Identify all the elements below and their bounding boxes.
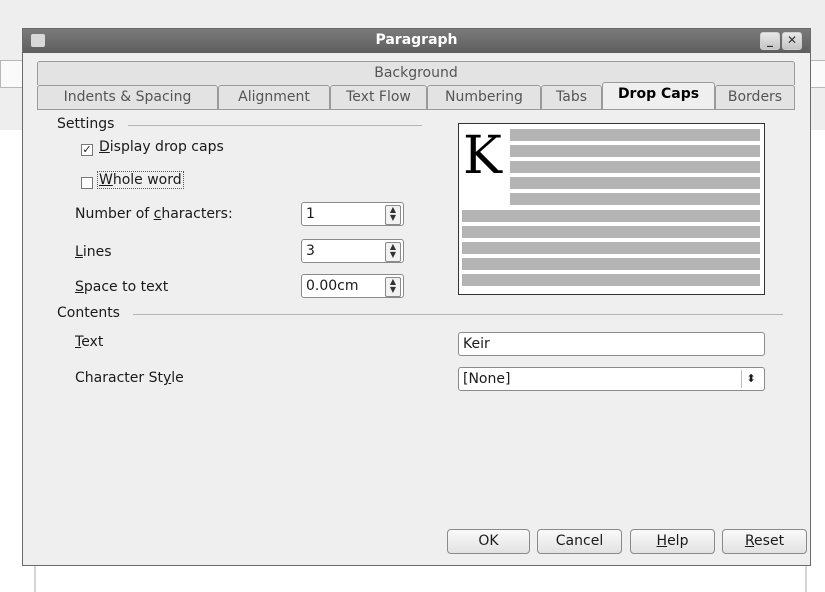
text-label: Text [75, 334, 104, 350]
text-input[interactable]: Keir [458, 332, 765, 356]
tab-alignment[interactable]: Alignment [218, 85, 330, 109]
check-icon: ✓ [82, 143, 92, 156]
preview-line [510, 177, 760, 189]
tab-text-flow[interactable]: Text Flow [330, 85, 427, 109]
num-characters-value[interactable]: 1 [306, 206, 315, 222]
whole-word-label[interactable]: Whole word [97, 171, 184, 189]
tab-drop-caps[interactable]: Drop Caps [602, 82, 715, 109]
preview-drop-letter: K [463, 126, 502, 186]
lines-spinbox[interactable]: 3 ▲ ▼ [301, 239, 404, 263]
display-drop-caps-label[interactable]: Display drop caps [99, 139, 224, 155]
num-characters-spinbox[interactable]: 1 ▲ ▼ [301, 202, 404, 226]
contents-divider [133, 314, 783, 315]
drop-caps-preview: K [458, 123, 765, 295]
space-to-text-value[interactable]: 0.00cm [306, 278, 359, 294]
whole-word-checkbox[interactable] [81, 177, 93, 189]
tab-numbering[interactable]: Numbering [427, 85, 541, 109]
ok-button[interactable]: OK [447, 529, 530, 554]
preview-line [510, 161, 760, 173]
tab-tabs[interactable]: Tabs [541, 85, 602, 109]
preview-line [510, 129, 760, 141]
lines-value[interactable]: 3 [306, 243, 315, 259]
preview-line [510, 193, 760, 205]
character-style-value[interactable]: [None] [463, 371, 510, 387]
cancel-button[interactable]: Cancel [537, 529, 622, 554]
spin-arrows-icon[interactable]: ▲ ▼ [385, 242, 401, 262]
preview-line [462, 226, 760, 238]
close-icon[interactable]: ✕ [782, 32, 802, 50]
tab-row-bottom: Indents & Spacing Alignment Text Flow Nu… [37, 82, 795, 109]
settings-divider [128, 125, 422, 126]
preview-line [462, 274, 760, 286]
space-to-text-label: Space to text [75, 279, 169, 295]
preview-line [462, 258, 760, 270]
spin-arrows-icon[interactable]: ▲ ▼ [385, 205, 401, 225]
tab-borders[interactable]: Borders [715, 85, 795, 109]
space-to-text-spinbox[interactable]: 0.00cm ▲ ▼ [301, 274, 404, 298]
preview-line [510, 145, 760, 157]
spin-arrows-icon[interactable]: ▲ ▼ [385, 277, 401, 297]
num-characters-label: Number of characters: [75, 206, 233, 222]
dialog-titlebar[interactable]: Paragraph _ ✕ [23, 29, 810, 53]
lines-label: Lines [75, 244, 112, 260]
display-drop-caps-checkbox[interactable]: ✓ [81, 144, 93, 156]
contents-heading: Contents [57, 305, 120, 321]
paragraph-dialog: Paragraph _ ✕ Background Indents & Spaci… [22, 28, 811, 566]
select-arrows-icon[interactable]: ⬍ [741, 370, 760, 388]
dialog-title: Paragraph [375, 32, 458, 48]
settings-heading: Settings [57, 116, 115, 132]
tab-indents-spacing[interactable]: Indents & Spacing [37, 85, 218, 109]
character-style-select[interactable]: [None] ⬍ [458, 367, 765, 391]
minimize-icon[interactable]: _ [760, 32, 780, 50]
reset-button[interactable]: Reset [722, 529, 807, 554]
help-button[interactable]: Help [630, 529, 715, 554]
preview-line [462, 210, 760, 222]
character-style-label: Character Style [75, 370, 184, 386]
text-input-value[interactable]: Keir [463, 336, 490, 352]
preview-line [462, 242, 760, 254]
